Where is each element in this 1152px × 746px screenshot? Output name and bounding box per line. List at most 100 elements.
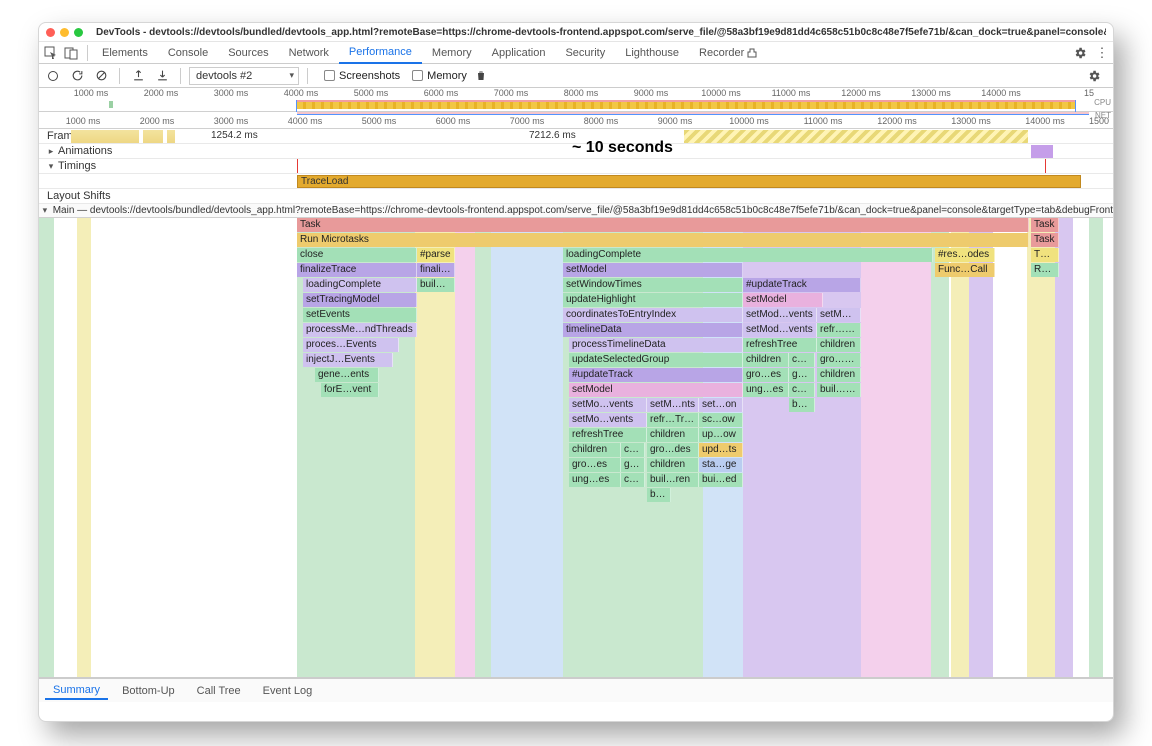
main-thread-header[interactable]: ▾ Main — devtools://devtools/bundled/dev…	[39, 204, 1113, 218]
tab-lighthouse[interactable]: Lighthouse	[615, 42, 689, 63]
track-timings[interactable]: ▾Timings	[39, 159, 1113, 174]
flame-block[interactable]: Func…Call	[935, 263, 995, 277]
chevron-down-icon[interactable]: ▾	[41, 205, 49, 216]
flame-block[interactable]: children	[743, 353, 789, 367]
close-icon[interactable]	[46, 28, 55, 37]
flame-block[interactable]: forE…vent	[321, 383, 379, 397]
flame-block[interactable]: setModel	[563, 263, 743, 277]
flame-block[interactable]: b…	[647, 488, 671, 502]
flame-block[interactable]: gro…des	[647, 443, 699, 457]
flame-block[interactable]: #parse	[417, 248, 455, 262]
flame-block[interactable]: upd…ts	[699, 443, 743, 457]
flame-block[interactable]: setModel	[743, 293, 823, 307]
flame-block[interactable]: Task	[1031, 233, 1059, 247]
flame-block[interactable]: #updateTrack	[569, 368, 743, 382]
flame-block[interactable]: ung…es	[569, 473, 621, 487]
track-timings-child[interactable]: TraceLoad	[39, 174, 1113, 189]
flame-block[interactable]: children	[647, 458, 699, 472]
profile-select[interactable]: devtools #2	[189, 67, 299, 85]
flame-block[interactable]: loadingComplete	[563, 248, 933, 262]
tab-summary[interactable]: Summary	[45, 682, 108, 700]
flame-block[interactable]: gene…ents	[315, 368, 379, 382]
settings-icon[interactable]	[1073, 46, 1095, 60]
flame-block[interactable]: R…	[1031, 263, 1059, 277]
flame-block[interactable]: setTracingModel	[303, 293, 417, 307]
tab-call-tree[interactable]: Call Tree	[189, 683, 249, 699]
minimize-icon[interactable]	[60, 28, 69, 37]
flame-block[interactable]: setEvents	[303, 308, 417, 322]
tab-network[interactable]: Network	[279, 42, 339, 63]
flame-block[interactable]: updateHighlight	[563, 293, 743, 307]
flame-block[interactable]: refreshTree	[569, 428, 647, 442]
flame-block[interactable]: children	[817, 338, 861, 352]
tab-application[interactable]: Application	[482, 42, 556, 63]
clear-button[interactable]	[91, 66, 111, 86]
flame-block[interactable]: bui…ed	[699, 473, 743, 487]
flame-block[interactable]: setMo…vents	[569, 413, 647, 427]
flame-block[interactable]: finalize	[417, 263, 455, 277]
flame-block[interactable]: buil…ren	[647, 473, 699, 487]
flame-block[interactable]: setMo…vents	[569, 398, 647, 412]
flame-block[interactable]: c…	[621, 473, 645, 487]
chevron-right-icon[interactable]: ▸	[47, 146, 55, 157]
flame-block[interactable]: Task	[297, 218, 1029, 232]
flame-block[interactable]: up…ow	[699, 428, 743, 442]
flame-block[interactable]: g…	[621, 458, 645, 472]
flame-block[interactable]: processMe…ndThreads	[303, 323, 417, 337]
record-button[interactable]	[43, 66, 63, 86]
tab-memory[interactable]: Memory	[422, 42, 482, 63]
device-toolbar-icon[interactable]	[63, 46, 79, 60]
memory-checkbox[interactable]: Memory	[412, 70, 467, 82]
flame-block[interactable]: children	[647, 428, 699, 442]
flame-block[interactable]: setM…nts	[817, 308, 861, 322]
tab-sources[interactable]: Sources	[218, 42, 278, 63]
flame-block[interactable]: g…s	[789, 368, 815, 382]
flame-block[interactable]: gro…es	[743, 368, 789, 382]
capture-settings-icon[interactable]	[1087, 69, 1109, 83]
flame-block[interactable]: sc…ow	[699, 413, 743, 427]
tab-console[interactable]: Console	[158, 42, 218, 63]
flame-block[interactable]: gro…des	[817, 353, 861, 367]
flame-block[interactable]: gro…es	[569, 458, 621, 472]
flame-block[interactable]: setModel	[569, 383, 743, 397]
flame-block[interactable]: b…n	[789, 398, 815, 412]
flame-block[interactable]: setMod…vents	[743, 323, 817, 337]
more-icon[interactable]: ⋮	[1095, 45, 1109, 61]
cpu-overview[interactable]: CPU	[39, 98, 1113, 112]
traceload-bar[interactable]: TraceLoad	[297, 175, 1081, 188]
flame-block[interactable]: children	[817, 368, 861, 382]
flame-block[interactable]: finalizeTrace	[297, 263, 417, 277]
flame-block[interactable]: updateSelectedGroup	[569, 353, 743, 367]
flame-block[interactable]: refr…Tree	[647, 413, 699, 427]
tab-bottom-up[interactable]: Bottom-Up	[114, 683, 183, 699]
flame-block[interactable]: refreshTree	[743, 338, 817, 352]
flame-block[interactable]: sta…ge	[699, 458, 743, 472]
flame-block[interactable]: injectJ…Events	[303, 353, 393, 367]
screenshots-checkbox[interactable]: Screenshots	[324, 70, 400, 82]
tab-performance[interactable]: Performance	[339, 43, 422, 64]
flame-block[interactable]: loadingComplete	[303, 278, 417, 292]
flame-block[interactable]: #updateTrack	[743, 278, 861, 292]
flame-block[interactable]: Run Microtasks	[297, 233, 1029, 247]
flame-block[interactable]: #res…odes	[935, 248, 995, 262]
tab-elements[interactable]: Elements	[92, 42, 158, 63]
overview-ruler[interactable]: 1000 ms 2000 ms 3000 ms 4000 ms 5000 ms …	[39, 88, 1113, 98]
flame-chart[interactable]: Task Task Run Microtasks Task close #par…	[39, 218, 1113, 678]
chevron-down-icon[interactable]: ▾	[47, 161, 55, 172]
tab-security[interactable]: Security	[555, 42, 615, 63]
garbage-collect-button[interactable]	[471, 66, 491, 86]
flame-block[interactable]: c…	[621, 443, 645, 457]
flame-block[interactable]: setM…nts	[647, 398, 699, 412]
flame-block[interactable]: timelineData	[563, 323, 743, 337]
reload-record-button[interactable]	[67, 66, 87, 86]
flame-block[interactable]: T…	[1031, 248, 1059, 262]
timeline-ruler[interactable]: 1000 ms 2000 ms 3000 ms 4000 ms 5000 ms …	[39, 115, 1113, 129]
flame-block[interactable]: set…on	[699, 398, 743, 412]
tab-event-log[interactable]: Event Log	[255, 683, 321, 699]
flame-block[interactable]: ung…es	[743, 383, 789, 397]
flame-block[interactable]: close	[297, 248, 417, 262]
flame-block[interactable]: coordinatesToEntryIndex	[563, 308, 743, 322]
flame-block[interactable]: refr…Tree	[817, 323, 861, 337]
flame-block[interactable]: c…n	[789, 353, 815, 367]
flame-block[interactable]: setMod…vents	[743, 308, 817, 322]
